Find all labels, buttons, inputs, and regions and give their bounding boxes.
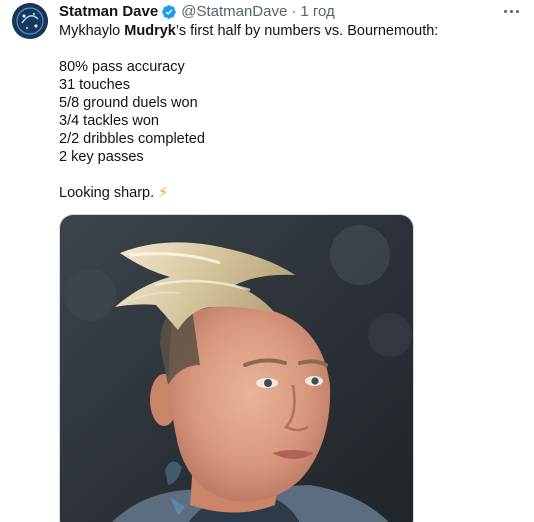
stat-line: 2 key passes <box>59 149 144 165</box>
display-name[interactable]: Statman Dave <box>59 2 158 22</box>
stat-line: 5/8 ground duels won <box>59 95 198 111</box>
tweet-text: Mykhaylo Mudryk’s first half by numbers … <box>59 22 519 202</box>
more-options-icon[interactable] <box>500 2 522 20</box>
closing-line: Looking sharp. ⚡ <box>59 184 519 202</box>
tweet-timestamp[interactable]: 1 год <box>300 2 334 22</box>
tweet-header: Statman Dave @StatmanDave · 1 год <box>59 2 335 22</box>
player-portrait-image <box>60 215 413 522</box>
tweet-intro-line: Mykhaylo Mudryk’s first half by numbers … <box>59 22 519 40</box>
avatar[interactable] <box>12 3 48 39</box>
stat-line: 31 touches <box>59 77 130 93</box>
intro-text-after: ’s first half by numbers vs. Bournemouth… <box>175 23 439 39</box>
tweet[interactable]: Statman Dave @StatmanDave · 1 год Mykhay… <box>0 0 534 522</box>
closing-text: Looking sharp. <box>59 185 159 201</box>
separator-dot: · <box>291 3 297 20</box>
verified-badge-icon <box>162 5 177 19</box>
player-name-bold: Mudryk <box>124 23 176 39</box>
avatar-logo-icon <box>12 3 48 39</box>
stat-line: 80% pass accuracy <box>59 59 185 75</box>
intro-text-before: Mykhaylo <box>59 23 125 39</box>
lightning-emoji-icon: ⚡ <box>158 185 169 201</box>
stat-line: 3/4 tackles won <box>59 113 159 129</box>
tweet-photo[interactable] <box>59 214 414 522</box>
author-handle[interactable]: @StatmanDave <box>181 2 287 22</box>
stat-line: 2/2 dribbles completed <box>59 131 205 147</box>
